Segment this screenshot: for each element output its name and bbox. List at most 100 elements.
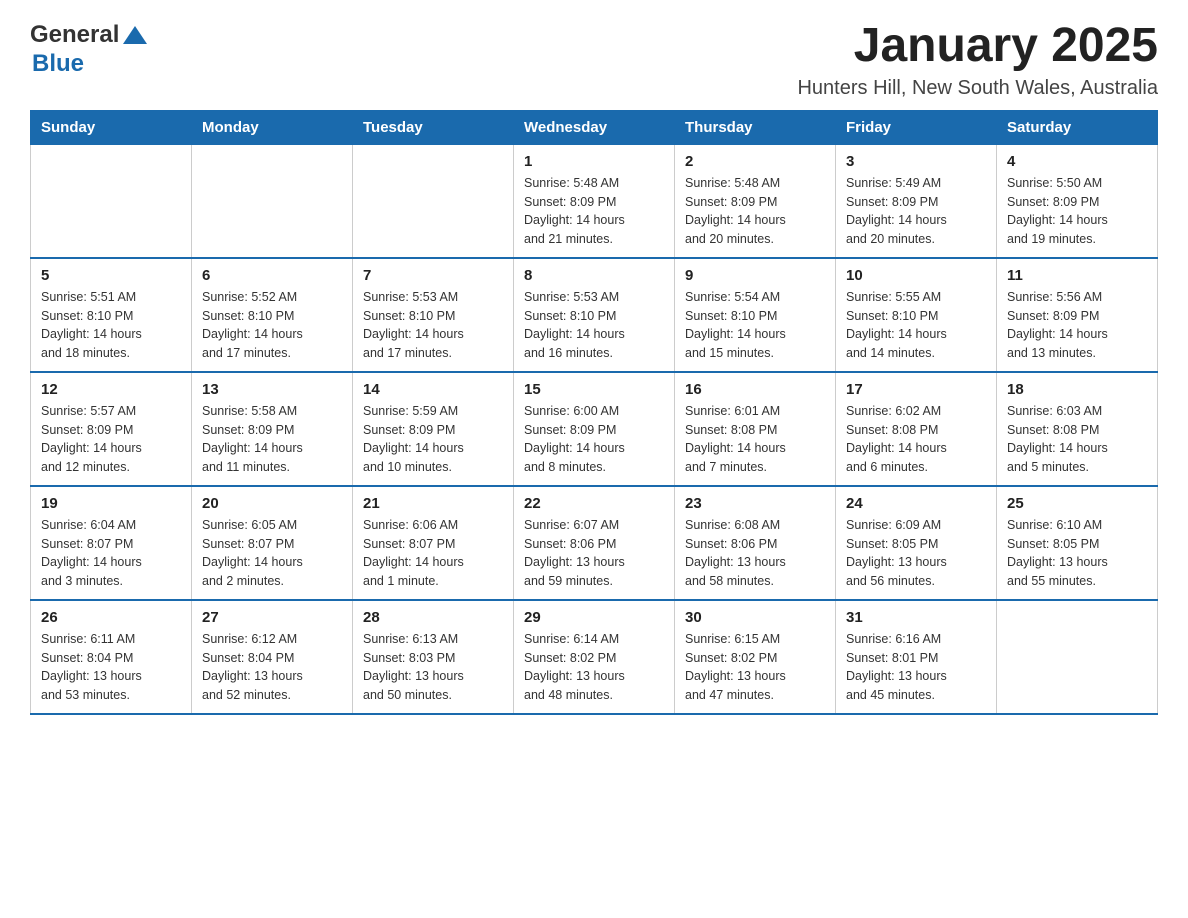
day-info: Sunrise: 5:51 AMSunset: 8:10 PMDaylight:… xyxy=(41,288,181,363)
calendar-cell: 7 Sunrise: 5:53 AMSunset: 8:10 PMDaylight… xyxy=(353,258,514,372)
calendar-cell: 16 Sunrise: 6:01 AMSunset: 8:08 PMDayligh… xyxy=(675,372,836,486)
day-of-week-header: Saturday xyxy=(997,110,1158,144)
calendar-week-row: 26 Sunrise: 6:11 AMSunset: 8:04 PMDayligh… xyxy=(31,600,1158,714)
day-info: Sunrise: 5:55 AMSunset: 8:10 PMDaylight:… xyxy=(846,288,986,363)
day-info: Sunrise: 5:53 AMSunset: 8:10 PMDaylight:… xyxy=(524,288,664,363)
day-info: Sunrise: 6:01 AMSunset: 8:08 PMDaylight:… xyxy=(685,402,825,477)
calendar-cell: 10 Sunrise: 5:55 AMSunset: 8:10 PMDayligh… xyxy=(836,258,997,372)
day-number: 25 xyxy=(1007,495,1147,512)
calendar-cell xyxy=(997,600,1158,714)
day-info: Sunrise: 5:48 AMSunset: 8:09 PMDaylight:… xyxy=(524,174,664,249)
day-of-week-header: Sunday xyxy=(31,110,192,144)
calendar-cell: 11 Sunrise: 5:56 AMSunset: 8:09 PMDayligh… xyxy=(997,258,1158,372)
calendar-week-row: 12Sunrise: 5:57 AMSunset: 8:09 PMDayligh… xyxy=(31,372,1158,486)
calendar-cell: 13 Sunrise: 5:58 AMSunset: 8:09 PMDayligh… xyxy=(192,372,353,486)
day-number: 17 xyxy=(846,381,986,398)
day-number: 14 xyxy=(363,381,503,398)
calendar-cell: 17 Sunrise: 6:02 AMSunset: 8:08 PMDayligh… xyxy=(836,372,997,486)
calendar-cell: 9 Sunrise: 5:54 AMSunset: 8:10 PMDaylight… xyxy=(675,258,836,372)
day-info: Sunrise: 5:58 AMSunset: 8:09 PMDaylight:… xyxy=(202,402,342,477)
calendar-cell: 24 Sunrise: 6:09 AMSunset: 8:05 PMDayligh… xyxy=(836,486,997,600)
calendar-cell: 31Sunrise: 6:16 AMSunset: 8:01 PMDayligh… xyxy=(836,600,997,714)
day-info: Sunrise: 5:59 AMSunset: 8:09 PMDaylight:… xyxy=(363,402,503,477)
day-info: Sunrise: 5:48 AMSunset: 8:09 PMDaylight:… xyxy=(685,174,825,249)
day-number: 24 xyxy=(846,495,986,512)
day-info: Sunrise: 5:54 AMSunset: 8:10 PMDaylight:… xyxy=(685,288,825,363)
calendar-cell: 8 Sunrise: 5:53 AMSunset: 8:10 PMDaylight… xyxy=(514,258,675,372)
calendar-header: SundayMondayTuesdayWednesdayThursdayFrid… xyxy=(31,110,1158,144)
day-number: 9 xyxy=(685,267,825,284)
day-number: 10 xyxy=(846,267,986,284)
calendar-week-row: 1Sunrise: 5:48 AMSunset: 8:09 PMDaylight… xyxy=(31,144,1158,258)
day-number: 16 xyxy=(685,381,825,398)
day-info: Sunrise: 6:12 AMSunset: 8:04 PMDaylight:… xyxy=(202,630,342,705)
day-number: 26 xyxy=(41,609,181,626)
day-info: Sunrise: 5:56 AMSunset: 8:09 PMDaylight:… xyxy=(1007,288,1147,363)
calendar-cell: 29 Sunrise: 6:14 AMSunset: 8:02 PMDayligh… xyxy=(514,600,675,714)
logo-blue-text: Blue xyxy=(32,50,84,77)
day-number: 7 xyxy=(363,267,503,284)
day-number: 23 xyxy=(685,495,825,512)
calendar-cell: 20 Sunrise: 6:05 AMSunset: 8:07 PMDayligh… xyxy=(192,486,353,600)
day-info: Sunrise: 5:52 AMSunset: 8:10 PMDaylight:… xyxy=(202,288,342,363)
day-info: Sunrise: 6:13 AMSunset: 8:03 PMDaylight:… xyxy=(363,630,503,705)
day-number: 30 xyxy=(685,609,825,626)
calendar-cell: 2 Sunrise: 5:48 AMSunset: 8:09 PMDaylight… xyxy=(675,144,836,258)
day-number: 13 xyxy=(202,381,342,398)
day-number: 27 xyxy=(202,609,342,626)
day-of-week-header: Thursday xyxy=(675,110,836,144)
day-info: Sunrise: 6:09 AMSunset: 8:05 PMDaylight:… xyxy=(846,516,986,591)
day-number: 20 xyxy=(202,495,342,512)
day-info: Sunrise: 6:04 AMSunset: 8:07 PMDaylight:… xyxy=(41,516,181,591)
calendar-cell: 14 Sunrise: 5:59 AMSunset: 8:09 PMDayligh… xyxy=(353,372,514,486)
logo-triangle-icon xyxy=(121,22,149,50)
day-number: 5 xyxy=(41,267,181,284)
calendar-cell: 19 Sunrise: 6:04 AMSunset: 8:07 PMDayligh… xyxy=(31,486,192,600)
calendar-cell: 21 Sunrise: 6:06 AMSunset: 8:07 PMDayligh… xyxy=(353,486,514,600)
day-of-week-header: Monday xyxy=(192,110,353,144)
day-info: Sunrise: 6:02 AMSunset: 8:08 PMDaylight:… xyxy=(846,402,986,477)
day-number: 19 xyxy=(41,495,181,512)
day-number: 8 xyxy=(524,267,664,284)
day-info: Sunrise: 5:53 AMSunset: 8:10 PMDaylight:… xyxy=(363,288,503,363)
day-info: Sunrise: 6:05 AMSunset: 8:07 PMDaylight:… xyxy=(202,516,342,591)
calendar-cell: 23 Sunrise: 6:08 AMSunset: 8:06 PMDayligh… xyxy=(675,486,836,600)
title-section: January 2025 Hunters Hill, New South Wal… xyxy=(797,20,1158,100)
day-info: Sunrise: 6:15 AMSunset: 8:02 PMDaylight:… xyxy=(685,630,825,705)
day-of-week-header: Tuesday xyxy=(353,110,514,144)
day-info: Sunrise: 6:00 AMSunset: 8:09 PMDaylight:… xyxy=(524,402,664,477)
month-title: January 2025 xyxy=(797,20,1158,73)
day-number: 11 xyxy=(1007,267,1147,284)
calendar-cell: 18 Sunrise: 6:03 AMSunset: 8:08 PMDayligh… xyxy=(997,372,1158,486)
day-number: 18 xyxy=(1007,381,1147,398)
calendar-table: SundayMondayTuesdayWednesdayThursdayFrid… xyxy=(30,110,1158,715)
calendar-week-row: 5 Sunrise: 5:51 AMSunset: 8:10 PMDaylight… xyxy=(31,258,1158,372)
day-info: Sunrise: 6:16 AMSunset: 8:01 PMDaylight:… xyxy=(846,630,986,705)
calendar-week-row: 19 Sunrise: 6:04 AMSunset: 8:07 PMDayligh… xyxy=(31,486,1158,600)
day-number: 3 xyxy=(846,153,986,170)
logo: General Blue xyxy=(30,20,149,78)
day-info: Sunrise: 6:08 AMSunset: 8:06 PMDaylight:… xyxy=(685,516,825,591)
calendar-cell: 12Sunrise: 5:57 AMSunset: 8:09 PMDayligh… xyxy=(31,372,192,486)
calendar-cell: 30 Sunrise: 6:15 AMSunset: 8:02 PMDayligh… xyxy=(675,600,836,714)
day-number: 2 xyxy=(685,153,825,170)
location-title: Hunters Hill, New South Wales, Australia xyxy=(797,77,1158,100)
day-info: Sunrise: 6:10 AMSunset: 8:05 PMDaylight:… xyxy=(1007,516,1147,591)
day-number: 28 xyxy=(363,609,503,626)
day-number: 21 xyxy=(363,495,503,512)
day-info: Sunrise: 5:49 AMSunset: 8:09 PMDaylight:… xyxy=(846,174,986,249)
calendar-cell: 4Sunrise: 5:50 AMSunset: 8:09 PMDaylight… xyxy=(997,144,1158,258)
calendar-cell: 3 Sunrise: 5:49 AMSunset: 8:09 PMDaylight… xyxy=(836,144,997,258)
day-number: 29 xyxy=(524,609,664,626)
calendar-cell: 1Sunrise: 5:48 AMSunset: 8:09 PMDaylight… xyxy=(514,144,675,258)
day-info: Sunrise: 6:14 AMSunset: 8:02 PMDaylight:… xyxy=(524,630,664,705)
day-info: Sunrise: 6:06 AMSunset: 8:07 PMDaylight:… xyxy=(363,516,503,591)
day-info: Sunrise: 6:07 AMSunset: 8:06 PMDaylight:… xyxy=(524,516,664,591)
calendar-cell xyxy=(31,144,192,258)
day-number: 22 xyxy=(524,495,664,512)
day-number: 6 xyxy=(202,267,342,284)
day-info: Sunrise: 5:57 AMSunset: 8:09 PMDaylight:… xyxy=(41,402,181,477)
day-info: Sunrise: 5:50 AMSunset: 8:09 PMDaylight:… xyxy=(1007,174,1147,249)
day-info: Sunrise: 6:11 AMSunset: 8:04 PMDaylight:… xyxy=(41,630,181,705)
day-info: Sunrise: 6:03 AMSunset: 8:08 PMDaylight:… xyxy=(1007,402,1147,477)
